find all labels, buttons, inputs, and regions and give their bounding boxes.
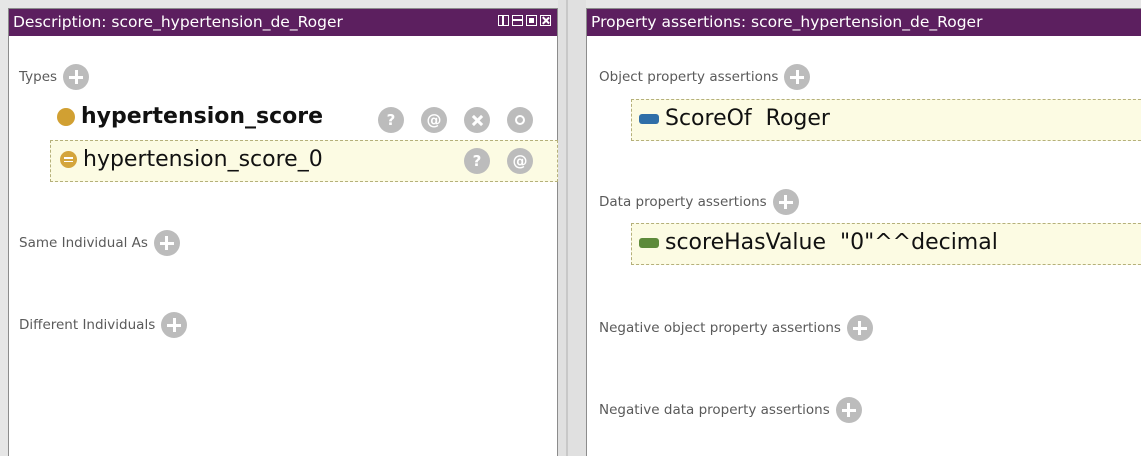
row-help-button[interactable]: ? bbox=[464, 148, 490, 174]
add-negative-data-assertion-button[interactable] bbox=[835, 397, 862, 423]
type-delete-button[interactable] bbox=[464, 107, 490, 133]
property-assertions-title: Property assertions: score_hypertension_… bbox=[591, 13, 983, 31]
type-help-button[interactable]: ? bbox=[378, 107, 404, 133]
maximize-icon[interactable] bbox=[526, 15, 537, 26]
same-individual-section: Same Individual As bbox=[19, 230, 180, 256]
object-assertion-text: ScoreOf Roger bbox=[665, 106, 830, 131]
type-class-entry[interactable]: hypertension_score bbox=[57, 104, 323, 129]
negative-data-assertions-section: Negative data property assertions bbox=[599, 397, 862, 423]
class-circle-icon bbox=[57, 107, 75, 126]
add-negative-object-assertion-button[interactable] bbox=[846, 315, 873, 341]
panel-divider[interactable] bbox=[558, 0, 586, 456]
object-property-icon bbox=[639, 113, 659, 124]
property-assertions-titlebar: Property assertions: score_hypertension_… bbox=[587, 9, 1141, 36]
individual-icon bbox=[60, 151, 77, 168]
window-controls bbox=[498, 15, 551, 26]
horizontal-split-icon[interactable] bbox=[512, 15, 523, 26]
types-label: Types bbox=[19, 69, 58, 85]
different-individuals-label: Different Individuals bbox=[19, 317, 156, 333]
type-annotate-button[interactable]: @ bbox=[421, 107, 447, 133]
panel-divider-line bbox=[566, 0, 568, 456]
split-view-icon[interactable] bbox=[498, 15, 509, 26]
add-object-assertion-button[interactable] bbox=[784, 64, 811, 90]
object-assertions-section: Object property assertions bbox=[599, 64, 811, 90]
data-assertions-section: Data property assertions bbox=[599, 189, 799, 215]
description-titlebar: Description: score_hypertension_de_Roger bbox=[9, 9, 557, 36]
type-individual-name: hypertension_score_0 bbox=[83, 147, 323, 172]
property-assertions-panel: Property assertions: score_hypertension_… bbox=[586, 8, 1141, 456]
row-annotate-button[interactable]: @ bbox=[507, 148, 533, 174]
add-data-assertion-button[interactable] bbox=[772, 189, 799, 215]
different-individuals-section: Different Individuals bbox=[19, 312, 188, 338]
type-individual-entry[interactable]: hypertension_score_0 bbox=[60, 147, 323, 172]
description-title: Description: score_hypertension_de_Roger bbox=[13, 13, 343, 31]
add-type-button[interactable] bbox=[63, 64, 90, 90]
type-class-name: hypertension_score bbox=[81, 104, 324, 129]
negative-data-assertions-label: Negative data property assertions bbox=[599, 402, 830, 418]
add-different-individual-button[interactable] bbox=[161, 312, 188, 338]
data-assertions-label: Data property assertions bbox=[599, 194, 767, 210]
same-individual-label: Same Individual As bbox=[19, 235, 148, 251]
data-assertion-entry[interactable]: scoreHasValue "0"^^decimal bbox=[639, 230, 998, 255]
description-panel: Description: score_hypertension_de_Roger… bbox=[8, 8, 558, 456]
negative-object-assertions-section: Negative object property assertions bbox=[599, 315, 873, 341]
data-assertion-text: scoreHasValue "0"^^decimal bbox=[665, 230, 998, 255]
add-same-individual-button[interactable] bbox=[153, 230, 180, 256]
object-assertion-entry[interactable]: ScoreOf Roger bbox=[639, 106, 830, 131]
object-assertions-label: Object property assertions bbox=[599, 69, 779, 85]
close-view-icon[interactable] bbox=[540, 15, 551, 26]
types-section: Types bbox=[19, 64, 90, 90]
data-property-icon bbox=[639, 237, 659, 248]
type-edit-button[interactable] bbox=[507, 107, 533, 133]
negative-object-assertions-label: Negative object property assertions bbox=[599, 320, 841, 336]
